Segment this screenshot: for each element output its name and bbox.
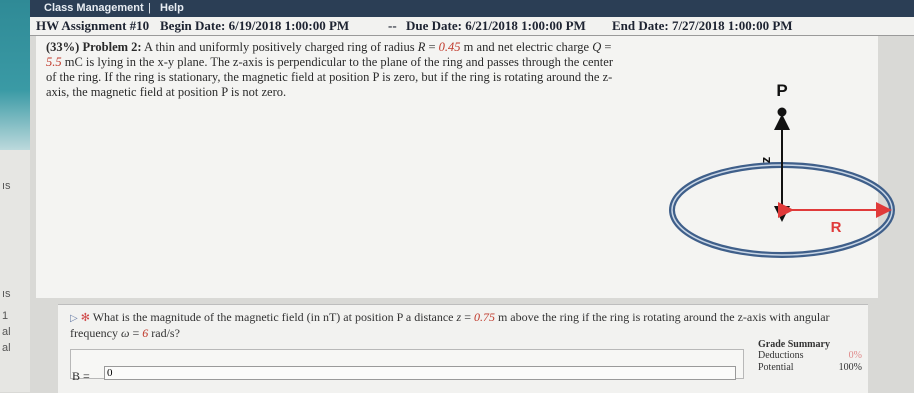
top-navigation-bar: Class Management | Help [30,0,914,17]
z-value: 0.75 [473,310,495,324]
question-text-part: What is the magnitude of the magnetic fi… [92,310,454,324]
charge-symbol: Q [592,40,602,54]
assignment-title: HW Assignment #10 [36,18,150,33]
question-section: ▷ ✻ What is the magnitude of the magneti… [58,304,868,393]
equals-sign: = [428,40,436,54]
radius-symbol: R [417,40,426,54]
class-management-link[interactable]: Class Management [44,2,144,14]
expand-toggle-icon[interactable]: ▷ [70,313,78,324]
answer-label: B = [72,369,90,383]
answer-row: B = [70,349,750,383]
potential-label: Potential [758,362,794,373]
omega-symbol: ω [120,326,130,340]
deductions-row: Deductions 0% [758,350,862,362]
sidebar-banner [0,0,30,150]
due-date: Due Date: 6/21/2018 1:00:00 PM [406,18,586,33]
answer-input[interactable] [104,366,736,380]
equals-sign: = [464,310,471,324]
question-text: ▷ ✻ What is the magnitude of the magneti… [70,310,860,341]
nav-separator: | [148,2,151,14]
deductions-label: Deductions [758,350,804,361]
left-sidebar-fragment: ıs ıs 1 al al [0,0,30,392]
potential-value: 100% [838,362,862,373]
sidebar-fragment-text: 1 [2,310,9,322]
end-date: End Date: 7/27/2018 1:00:00 PM [612,18,793,33]
problem-text-part: A thin and uniformly positively charged … [144,40,415,54]
radius-value: 0.45 [438,40,461,54]
grade-summary: Grade Summary Deductions 0% Potential 10… [758,339,862,374]
date-separator: -- [388,18,397,33]
problem-text-part: m and net electric charge [463,40,590,54]
hint-icon[interactable]: ✻ [81,311,90,324]
begin-date: Begin Date: 6/19/2018 1:00:00 PM [160,18,350,33]
problem-weight: (33%) [46,40,80,54]
help-link[interactable]: Help [160,2,184,14]
problem-statement: (33%) Problem 2: A thin and uniformly po… [46,40,626,100]
sidebar-fragment-text: ıs [2,288,11,300]
sidebar-fragment-text: ıs [2,180,11,192]
problem-panel: (33%) Problem 2: A thin and uniformly po… [36,36,895,298]
radius-label: R [831,219,842,236]
potential-row: Potential 100% [758,362,862,374]
omega-value: 6 [142,326,149,340]
grade-summary-title: Grade Summary [758,339,830,350]
z-axis-label: z [758,156,773,163]
point-p-label: P [776,81,787,100]
z-symbol: z [456,310,462,324]
equals-sign: = [132,326,140,340]
deductions-value: 0% [848,350,862,361]
problem-number: Problem 2: [82,40,142,54]
sidebar-fragment-text: al [2,342,11,354]
ring-diagram-svg: P z R [669,81,895,258]
question-text-part: rad/s? [151,326,180,340]
problem-text-part: mC is lying in the x-y plane. The z-axis… [46,55,613,99]
charge-value: 5.5 [46,55,62,69]
assignment-header: HW Assignment #10 Begin Date: 6/19/2018 … [30,17,914,36]
ring-diagram: P z R [666,80,896,320]
sidebar-fragment-text: al [2,326,11,338]
point-p [777,107,787,117]
equals-sign: = [604,40,612,54]
